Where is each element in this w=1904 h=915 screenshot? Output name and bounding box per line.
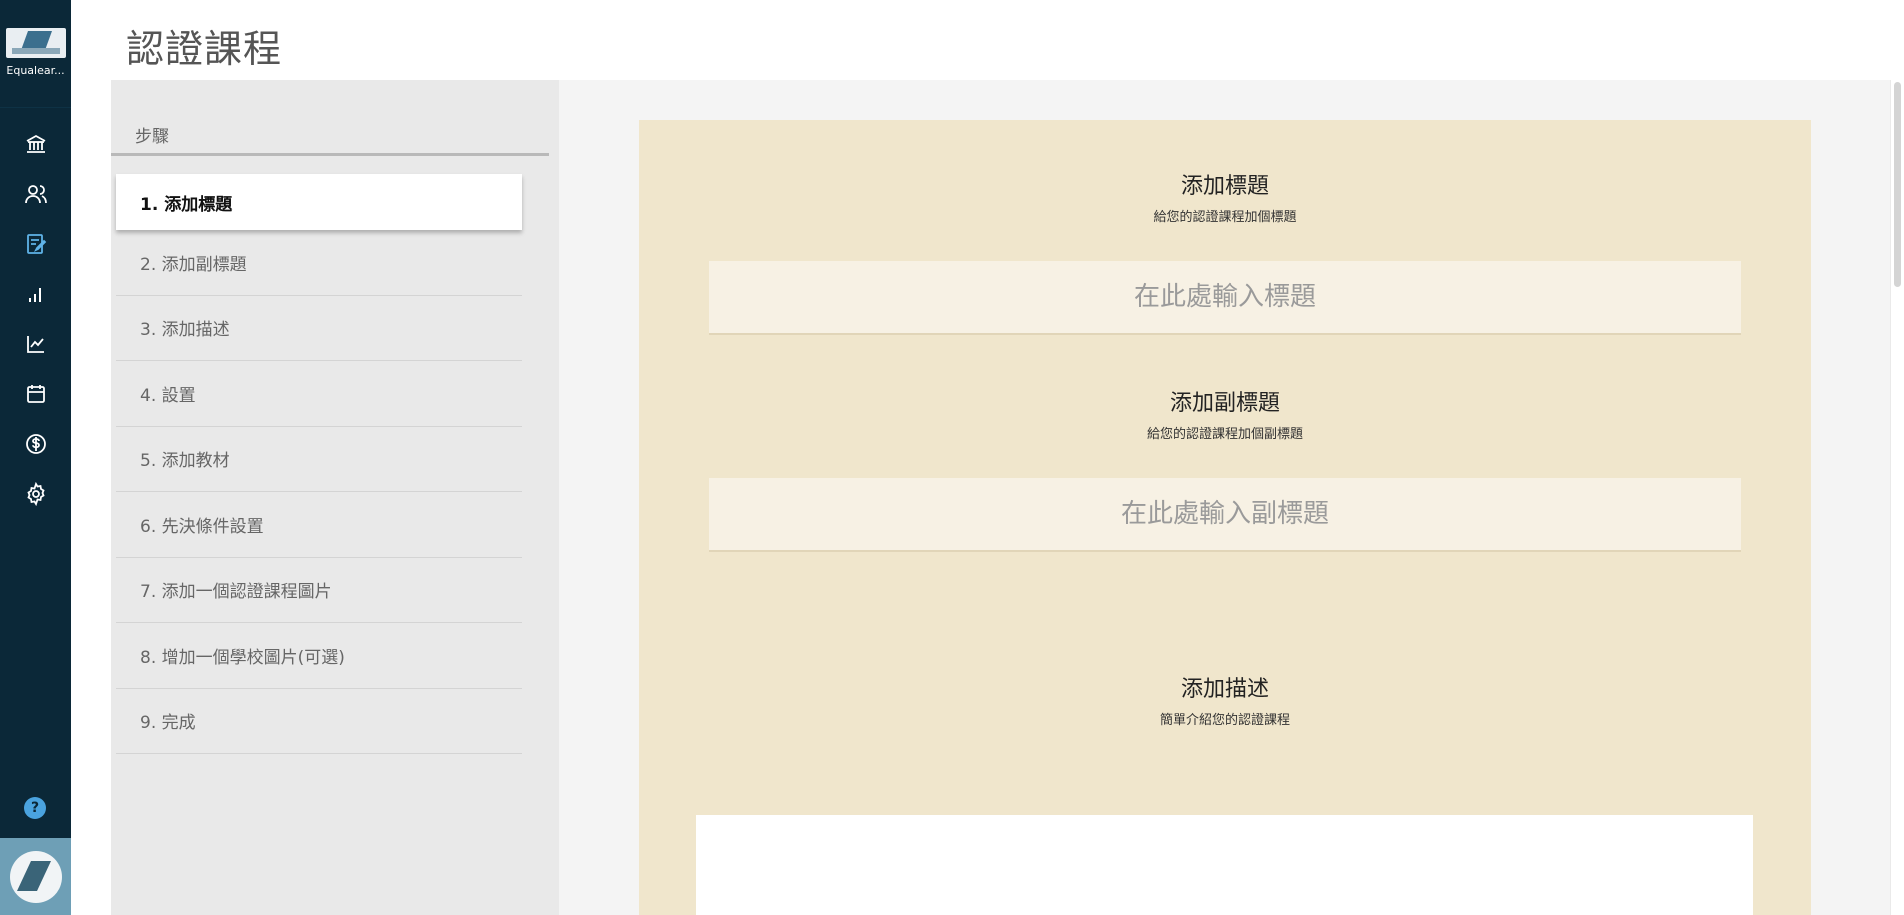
description-section-heading: 添加描述 — [1180, 677, 1269, 702]
bar-chart-icon[interactable] — [22, 280, 50, 308]
title-input[interactable] — [709, 261, 1741, 335]
left-rail: Equalear... ? — [0, 0, 71, 915]
users-icon[interactable] — [22, 180, 50, 208]
brand[interactable]: Equalear... — [0, 0, 71, 108]
description-section-subheading: 簡單介紹您的認證課程 — [1159, 713, 1290, 728]
avatar[interactable] — [0, 838, 71, 915]
edit-document-icon[interactable] — [22, 230, 50, 258]
line-chart-icon[interactable] — [22, 330, 50, 358]
step-item-settings[interactable]: 4. 設置 — [116, 361, 522, 427]
step-item-add-subtitle[interactable]: 2. 添加副標題 — [116, 230, 522, 296]
steps-panel: 步驟 1. 添加標題 2. 添加副標題 3. 添加描述 4. 設置 5. 添加教… — [111, 80, 559, 915]
dollar-icon[interactable] — [22, 430, 50, 458]
step-item-finish[interactable]: 9. 完成 — [116, 689, 522, 754]
help-icon[interactable]: ? — [24, 797, 46, 819]
page-scrollbar[interactable] — [1890, 80, 1904, 915]
subtitle-section-heading: 添加副標題 — [1169, 391, 1280, 416]
settings-gear-icon[interactable] — [22, 480, 50, 508]
steps-header: 步驟 — [111, 80, 549, 156]
avatar-image — [9, 850, 62, 903]
step-item-add-school-image[interactable]: 8. 增加一個學校圖片(可選) — [116, 623, 522, 689]
institution-icon[interactable] — [22, 130, 50, 158]
brand-logo — [5, 28, 66, 58]
step-item-add-title[interactable]: 1. 添加標題 — [116, 174, 522, 230]
calendar-icon[interactable] — [22, 380, 50, 408]
title-section-heading: 添加標題 — [1180, 174, 1269, 199]
description-editor[interactable] — [696, 815, 1753, 915]
step-item-add-course-image[interactable]: 7. 添加一個認證課程圖片 — [116, 558, 522, 623]
step-list: 1. 添加標題 2. 添加副標題 3. 添加描述 4. 設置 5. 添加教材 6… — [116, 174, 522, 754]
scrollbar-thumb[interactable] — [1894, 82, 1901, 287]
page-title: 認證課程 — [126, 27, 283, 71]
title-section-subheading: 給您的認證課程加個標題 — [1153, 210, 1297, 225]
step-item-add-description[interactable]: 3. 添加描述 — [116, 296, 522, 361]
form-card: 添加標題 給您的認證課程加個標題 添加副標題 給您的認證課程加個副標題 添加描述… — [639, 120, 1811, 915]
step-item-add-materials[interactable]: 5. 添加教材 — [116, 427, 522, 492]
step-item-prerequisites[interactable]: 6. 先決條件設置 — [116, 492, 522, 558]
subtitle-section-subheading: 給您的認證課程加個副標題 — [1146, 427, 1303, 442]
main-content: 添加標題 給您的認證課程加個標題 添加副標題 給您的認證課程加個副標題 添加描述… — [559, 80, 1890, 915]
brand-label: Equalear... — [6, 64, 65, 77]
rail-nav — [22, 130, 50, 508]
subtitle-input[interactable] — [709, 478, 1741, 552]
